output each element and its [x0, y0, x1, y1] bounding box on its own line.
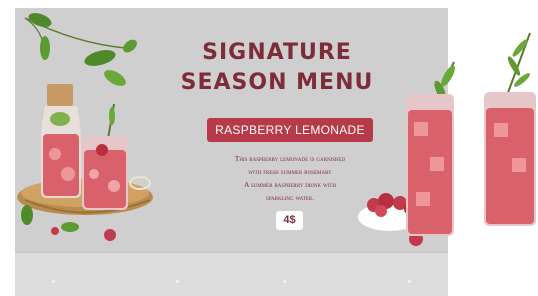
raspberry-lemonade-button[interactable]: RASPBERRY LEMONADE: [207, 118, 373, 142]
stand-peg: [283, 280, 286, 283]
lemonade-bottle-icon: [41, 84, 81, 198]
rosemary-icon: [484, 32, 536, 226]
stand-peg: [408, 280, 411, 283]
display-stand: [15, 252, 448, 296]
menu-title-line2: SEASON MENU: [180, 70, 374, 95]
stand-peg: [176, 280, 179, 283]
lemonade-glass-icon: [82, 103, 128, 210]
leaf-icon: [24, 13, 137, 86]
lemonade-glass-icon: [406, 61, 455, 236]
description-line: This raspberry lemonade is garnished: [234, 154, 346, 163]
menu-title-line1: SIGNATURE: [202, 40, 352, 65]
description-line: with fresh summer rosemary: [248, 167, 332, 176]
price-badge: 4$: [276, 211, 303, 230]
stand-peg: [52, 280, 55, 283]
